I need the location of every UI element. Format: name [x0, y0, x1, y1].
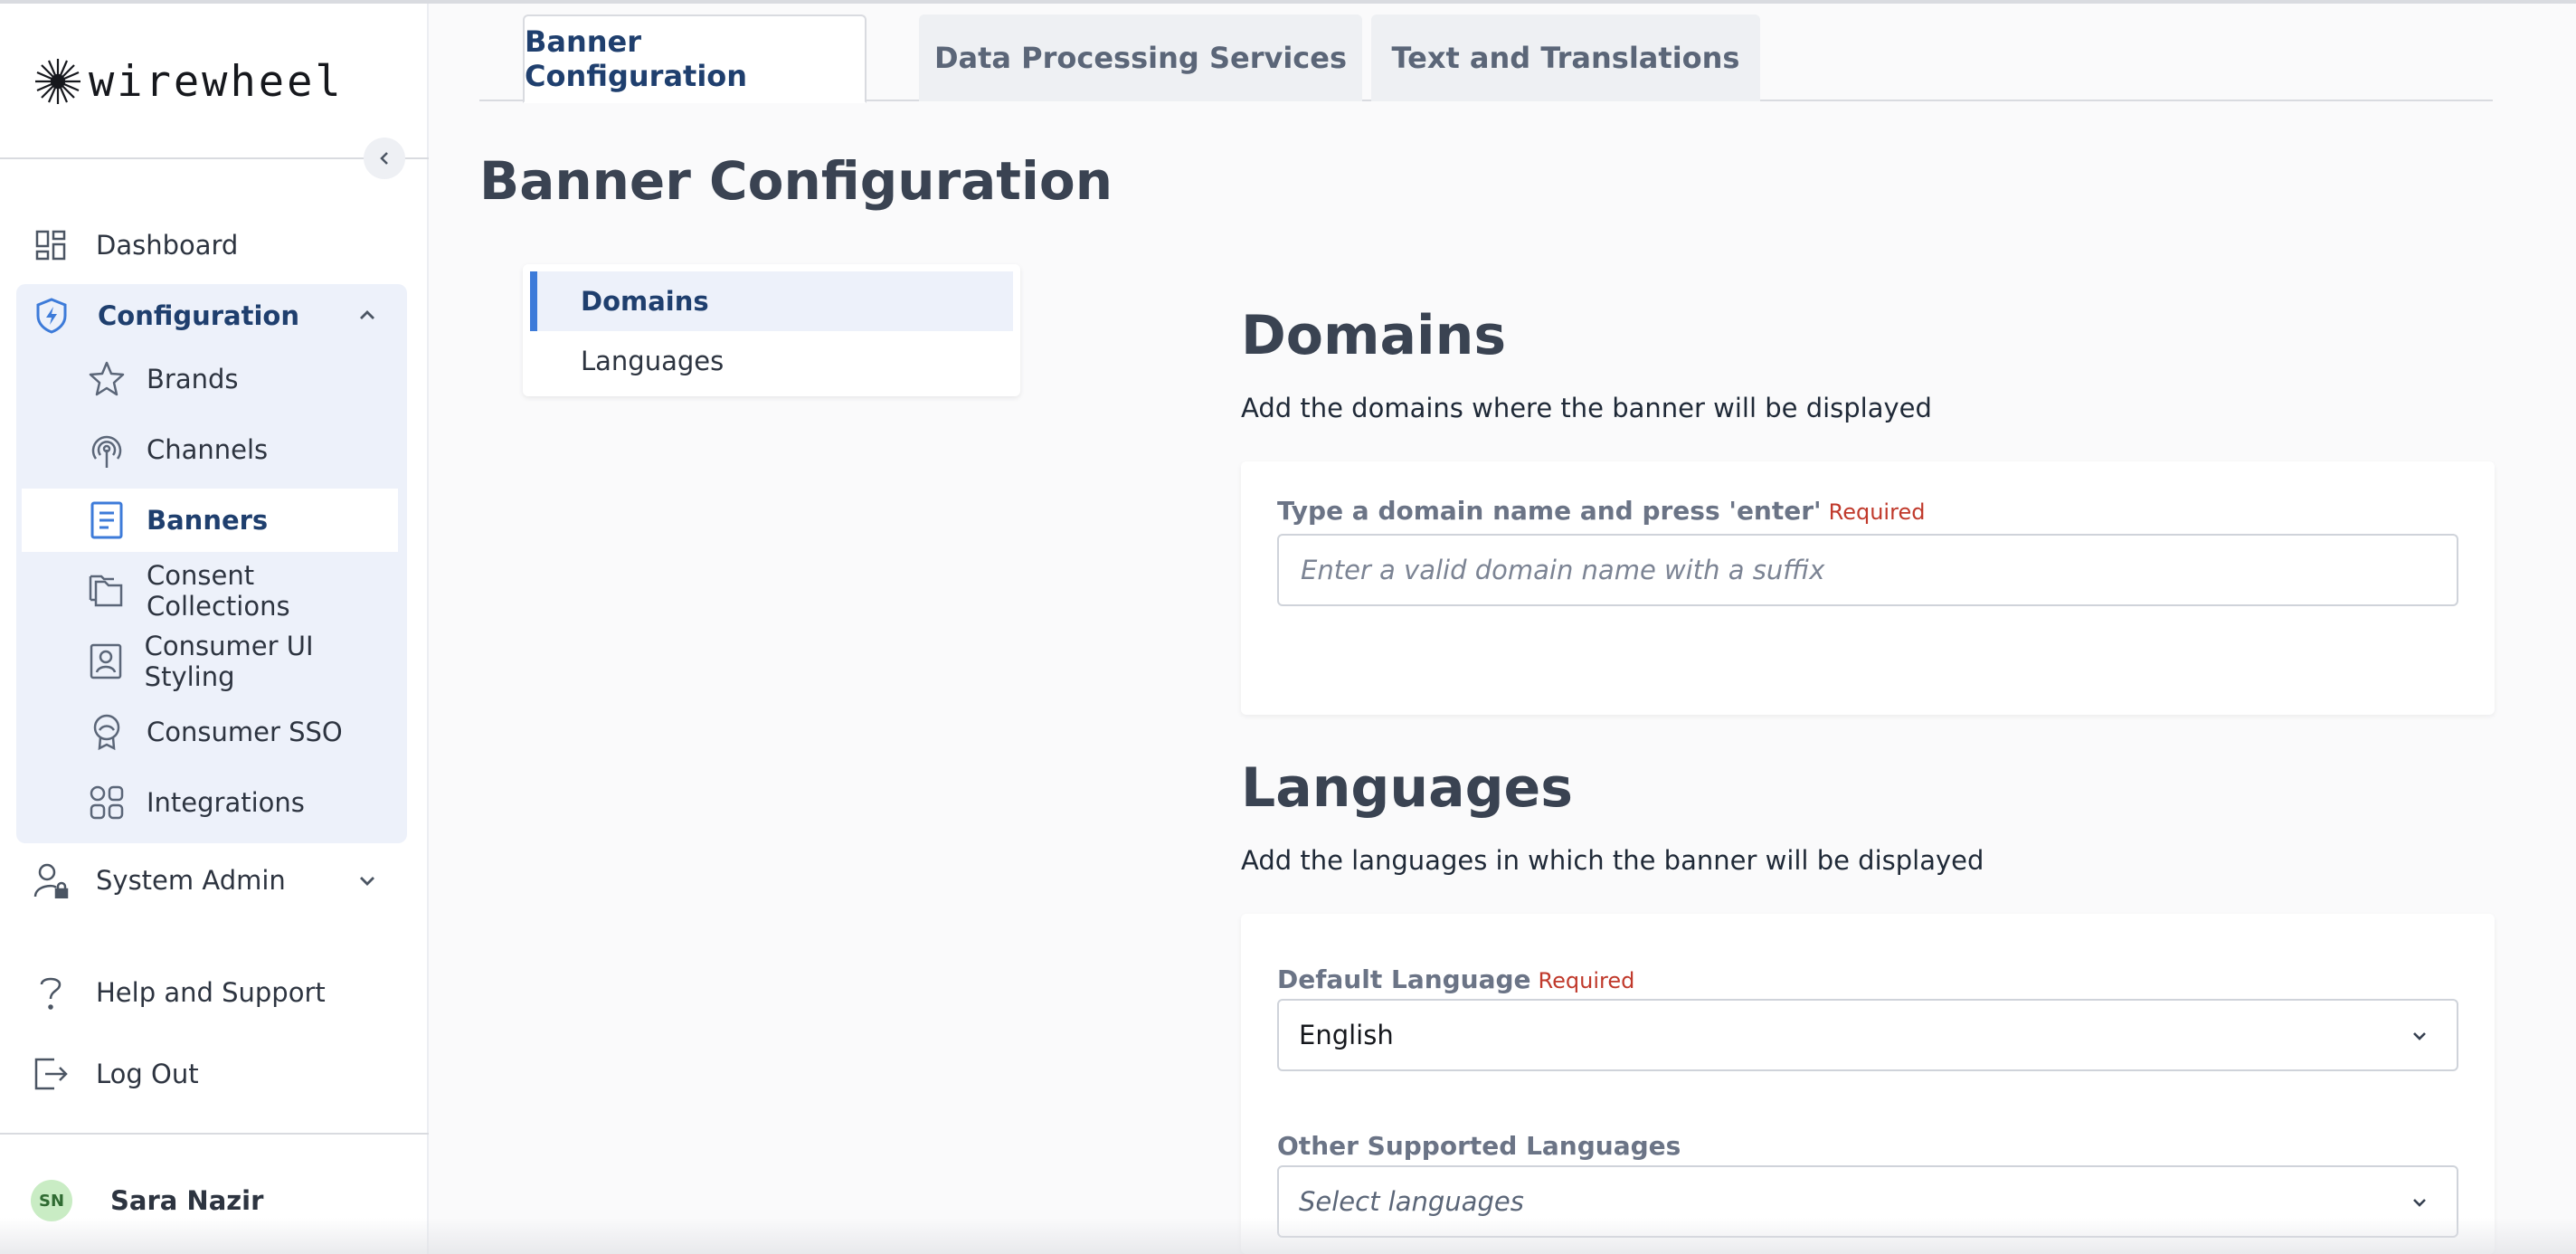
- required-badge: Required: [1828, 499, 1926, 525]
- tab-text-and-translations[interactable]: Text and Translations: [1371, 14, 1760, 101]
- dashboard-icon: [33, 227, 69, 263]
- logo[interactable]: wirewheel: [33, 52, 344, 110]
- grid-icon: [87, 783, 127, 822]
- sidebar-item-label: Channels: [147, 434, 269, 465]
- sidebar-item-brands[interactable]: Brands: [22, 347, 398, 411]
- domains-card: Type a domain name and press 'enter' Requ…: [1241, 461, 2495, 715]
- folders-icon: [87, 571, 127, 611]
- portrait-icon: [87, 641, 125, 681]
- sidebar-item-channels[interactable]: Channels: [22, 418, 398, 481]
- languages-title: Languages: [1241, 756, 1573, 820]
- sidebar-item-label: Banners: [147, 505, 269, 536]
- logout-icon: [33, 1056, 69, 1092]
- domains-title: Domains: [1241, 304, 1507, 367]
- user-lock-icon: [33, 862, 69, 898]
- sidebar-item-consumer-sso[interactable]: Consumer SSO: [22, 700, 398, 764]
- wirewheel-logo-icon: [35, 59, 80, 104]
- sidebar-item-label: Consent Collections: [147, 560, 290, 622]
- sidebar-item-consumer-ui-styling[interactable]: Consumer UI Styling: [22, 630, 398, 693]
- domain-field-label: Type a domain name and press 'enter' Requ…: [1277, 496, 1925, 526]
- logo-text: wirewheel: [89, 56, 344, 107]
- section-nav: Domains Languages: [523, 264, 1020, 396]
- top-border: [0, 0, 2576, 4]
- sidebar-item-label: Log Out: [96, 1059, 199, 1089]
- badge-icon: [87, 712, 127, 752]
- sidebar-divider: [0, 1133, 429, 1135]
- sidebar-item-label: Consumer SSO: [147, 717, 343, 747]
- chevron-up-icon: [360, 310, 374, 319]
- section-nav-languages[interactable]: Languages: [530, 331, 1013, 391]
- star-icon: [87, 359, 127, 399]
- shield-bolt-icon: [33, 297, 71, 335]
- domains-description: Add the domains where the banner will be…: [1241, 393, 1932, 423]
- other-languages-placeholder: Select languages: [1299, 1186, 1524, 1217]
- sidebar-item-label: Consumer UI Styling: [144, 631, 314, 692]
- chevron-down-icon: [360, 877, 374, 886]
- section-nav-domains[interactable]: Domains: [530, 271, 1013, 331]
- sidebar-item-configuration[interactable]: Configuration: [16, 284, 407, 347]
- sidebar-item-integrations[interactable]: Integrations: [22, 771, 398, 834]
- sidebar-item-label: Dashboard: [96, 230, 239, 261]
- default-language-label: Default Language Required: [1277, 964, 1634, 994]
- user-profile[interactable]: SN Sara Nazir: [31, 1180, 263, 1221]
- sidebar-item-consent-collections[interactable]: Consent Collections: [22, 559, 398, 622]
- sidebar-item-label: Help and Support: [96, 977, 326, 1008]
- chevron-down-icon: [2413, 1032, 2426, 1040]
- default-language-label-text: Default Language: [1277, 964, 1531, 994]
- collapse-sidebar-button[interactable]: [364, 138, 405, 179]
- chevron-down-icon: [2413, 1199, 2426, 1207]
- languages-card: Default Language Required English Other S…: [1241, 914, 2495, 1254]
- sidebar-item-label: Integrations: [147, 787, 305, 818]
- languages-description: Add the languages in which the banner wi…: [1241, 845, 1984, 876]
- sidebar: wirewheel Dashboard Configuration Brands…: [0, 4, 429, 1254]
- domain-field-label-text: Type a domain name and press 'enter': [1277, 496, 1822, 526]
- default-language-value: English: [1299, 1020, 1394, 1050]
- page-title: Banner Configuration: [479, 150, 1113, 212]
- chevron-left-icon: [380, 152, 388, 165]
- required-badge: Required: [1538, 968, 1635, 993]
- question-icon: [33, 974, 69, 1011]
- tab-bar: Banner Configuration Data Processing Ser…: [479, 14, 2493, 103]
- domain-input[interactable]: [1277, 534, 2458, 606]
- sidebar-item-banners[interactable]: Banners: [22, 489, 398, 552]
- sidebar-item-label: Brands: [147, 364, 239, 394]
- sidebar-item-system-admin[interactable]: System Admin: [16, 849, 407, 912]
- sidebar-item-help[interactable]: Help and Support: [16, 961, 407, 1024]
- user-name: Sara Nazir: [110, 1185, 264, 1216]
- default-language-select[interactable]: English: [1277, 999, 2458, 1071]
- sidebar-item-logout[interactable]: Log Out: [16, 1042, 407, 1106]
- avatar: SN: [31, 1180, 72, 1221]
- configuration-group: Configuration Brands Channels Banners Co…: [16, 284, 407, 843]
- sidebar-item-dashboard[interactable]: Dashboard: [16, 214, 407, 277]
- other-languages-select[interactable]: Select languages: [1277, 1165, 2458, 1238]
- broadcast-icon: [87, 430, 127, 470]
- sidebar-item-label: Configuration: [98, 300, 299, 331]
- document-icon: [87, 500, 127, 540]
- other-languages-label: Other Supported Languages: [1277, 1131, 1681, 1161]
- sidebar-item-label: System Admin: [96, 865, 286, 896]
- tab-banner-configuration[interactable]: Banner Configuration: [523, 14, 867, 103]
- tab-data-processing-services[interactable]: Data Processing Services: [919, 14, 1362, 101]
